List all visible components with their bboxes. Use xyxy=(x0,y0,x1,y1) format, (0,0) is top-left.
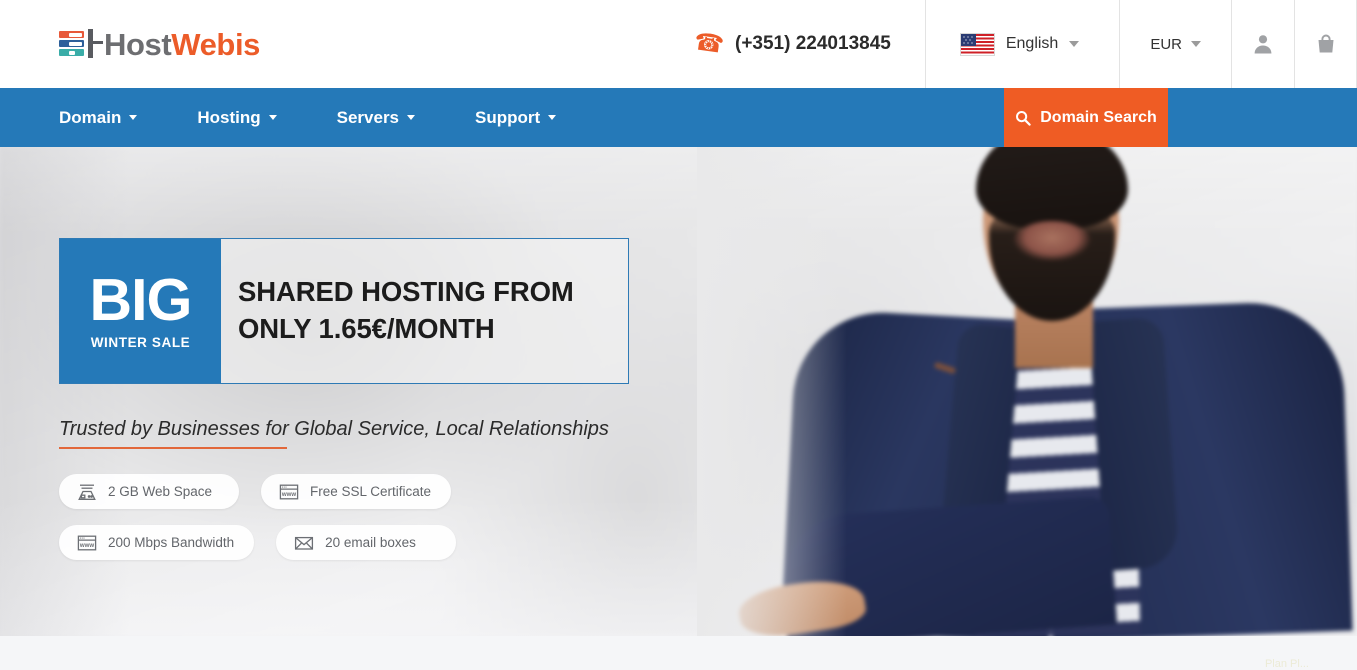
nav-item-label: Domain xyxy=(59,107,122,127)
feature-badge-row: www 200 Mbps Bandwidth 20 email boxes xyxy=(59,525,629,560)
promo-big-text: BIG xyxy=(89,266,193,333)
currency-selector[interactable]: EUR xyxy=(1119,0,1231,88)
nav-items: Domain Hosting Servers Support xyxy=(0,88,616,147)
feature-badge-email[interactable]: 20 email boxes xyxy=(276,525,457,560)
tagline: Trusted by Businesses for Global Service… xyxy=(59,418,609,440)
chevron-down-icon xyxy=(1191,41,1201,47)
nav-item-hosting[interactable]: Hosting xyxy=(197,108,306,128)
domain-search-label: Domain Search xyxy=(1040,108,1157,126)
feature-badge-label: Free SSL Certificate xyxy=(310,484,432,499)
header-spacer xyxy=(260,0,694,88)
browser-www-icon: www xyxy=(279,484,299,499)
logo-text-webis: Webis xyxy=(171,26,261,62)
logo[interactable]: HostWebis xyxy=(0,0,260,88)
server-disk-icon xyxy=(78,484,96,500)
nav-item-domain[interactable]: Domain xyxy=(59,108,167,128)
chevron-down-icon xyxy=(129,115,138,120)
promo-message: SHARED HOSTING FROM ONLY 1.65€/MONTH xyxy=(221,239,628,383)
nav-item-servers[interactable]: Servers xyxy=(337,108,445,128)
shopping-bag-icon xyxy=(1318,34,1333,53)
currency-label: EUR xyxy=(1150,35,1182,53)
below-fold-strip: Plan Pl... xyxy=(0,636,1357,670)
main-navigation: Domain Hosting Servers Support Domain Se… xyxy=(0,88,1357,147)
envelope-icon xyxy=(295,536,314,550)
hero-banner: BIG WINTER SALE SHARED HOSTING FROM ONLY… xyxy=(0,147,1357,636)
language-selector[interactable]: English xyxy=(924,0,1119,88)
footer-faint-text: Plan Pl... xyxy=(1264,658,1309,670)
account-button[interactable] xyxy=(1231,0,1294,88)
hero-content: BIG WINTER SALE SHARED HOSTING FROM ONLY… xyxy=(59,147,629,576)
svg-text:www: www xyxy=(281,491,296,498)
promo-sub-text: WINTER SALE xyxy=(90,335,191,351)
feature-badge-label: 200 Mbps Bandwidth xyxy=(108,535,235,550)
feature-badge-label: 2 GB Web Space xyxy=(108,484,213,499)
us-flag-icon xyxy=(959,32,995,56)
logo-text: HostWebis xyxy=(104,29,260,60)
promo-headline-line2: ONLY 1.65€/MONTH xyxy=(238,313,495,344)
nav-item-label: Support xyxy=(475,107,541,127)
language-label: English xyxy=(1005,35,1059,52)
promo-headline: SHARED HOSTING FROM ONLY 1.65€/MONTH xyxy=(238,274,574,347)
chevron-down-icon xyxy=(268,115,277,120)
feature-badge-label: 20 email boxes xyxy=(325,535,416,550)
nav-item-label: Servers xyxy=(336,107,400,127)
nav-item-support[interactable]: Support xyxy=(475,108,586,128)
top-header: HostWebis ☎ (+351) 224013845 English EUR xyxy=(0,0,1357,88)
phone-icon: ☎ xyxy=(692,28,726,59)
search-icon xyxy=(1016,110,1031,126)
feature-badge-bandwidth[interactable]: www 200 Mbps Bandwidth xyxy=(59,525,255,560)
promo-banner: BIG WINTER SALE SHARED HOSTING FROM ONLY… xyxy=(59,238,629,384)
hero-person-photo xyxy=(697,147,1357,636)
feature-badge-ssl[interactable]: www Free SSL Certificate xyxy=(261,474,452,509)
tagline-block: Trusted by Businesses for Global Service… xyxy=(59,418,609,449)
domain-search-button[interactable]: Domain Search xyxy=(1004,88,1168,147)
promo-headline-line1: SHARED HOSTING FROM xyxy=(238,276,574,308)
browser-www-icon: www xyxy=(77,535,97,550)
feature-badges: 2 GB Web Space www Free SSL Certificate xyxy=(59,474,629,560)
chevron-down-icon xyxy=(407,115,416,120)
phone-contact[interactable]: ☎ (+351) 224013845 xyxy=(692,0,925,88)
server-stack-icon xyxy=(59,29,103,59)
nav-item-label: Hosting xyxy=(197,107,261,127)
tagline-underline xyxy=(59,447,287,449)
feature-badge-web-space[interactable]: 2 GB Web Space xyxy=(59,474,239,509)
user-icon xyxy=(1254,35,1272,54)
cart-button[interactable] xyxy=(1294,0,1357,88)
feature-badge-row: 2 GB Web Space www Free SSL Certificate xyxy=(59,474,629,509)
promo-badge: BIG WINTER SALE xyxy=(60,239,221,383)
logo-text-host: Host xyxy=(104,26,172,62)
svg-text:www: www xyxy=(79,542,94,549)
phone-number: (+351) 224013845 xyxy=(735,33,891,54)
chevron-down-icon xyxy=(548,115,557,120)
chevron-down-icon xyxy=(1069,41,1080,47)
